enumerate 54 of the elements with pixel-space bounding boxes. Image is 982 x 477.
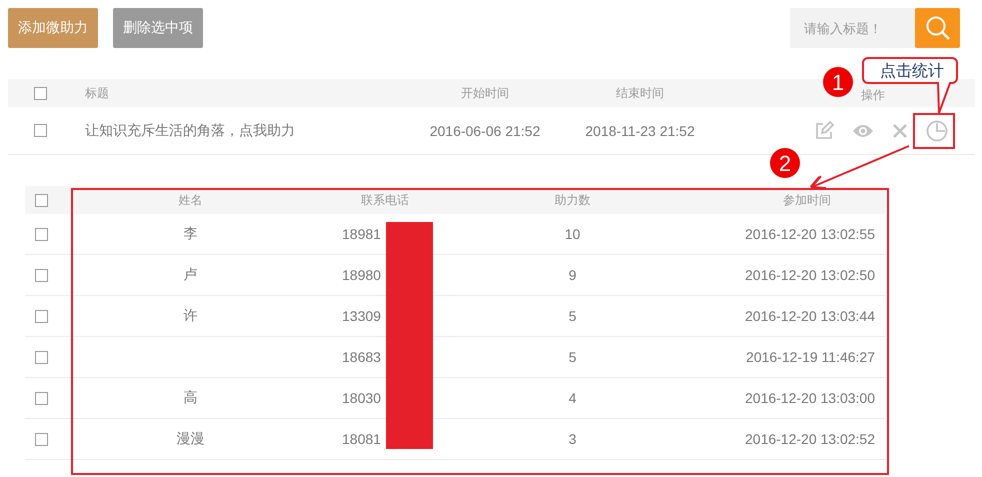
table-cell: 18980: [342, 267, 381, 283]
search-icon: [924, 15, 950, 41]
checkbox[interactable]: [35, 228, 48, 240]
checkbox[interactable]: [34, 124, 47, 137]
checkbox[interactable]: [35, 392, 48, 404]
table-cell: 18081: [342, 431, 381, 447]
table-cell: 漫漫: [176, 430, 204, 446]
column-header: 助力数: [554, 193, 590, 207]
search-field[interactable]: 请输入标题！: [790, 8, 915, 48]
pie-chart-icon[interactable]: [926, 120, 948, 142]
checkbox[interactable]: [35, 310, 48, 322]
column-header: 开始时间: [461, 86, 509, 100]
search-button[interactable]: [915, 8, 960, 48]
step-marker: 1: [823, 67, 853, 97]
table-cell: 让知识充斥生活的角落，点我助力: [85, 122, 295, 138]
table-cell: 18030: [342, 390, 381, 406]
checkbox[interactable]: [35, 350, 48, 364]
edit-icon[interactable]: [814, 120, 834, 140]
column-header: 标题: [85, 86, 109, 100]
column-header: 结束时间: [616, 86, 664, 100]
add-button[interactable]: 添加微助力: [8, 8, 98, 48]
table-cell: 李: [184, 225, 198, 241]
table-cell: 2016-12-19 11:46:27: [746, 349, 875, 365]
column-header: 参加时间: [783, 193, 831, 207]
table-cell: 2016-06-06 21:52: [430, 122, 540, 138]
table-cell: 18981: [342, 226, 381, 242]
table-cell: 3: [568, 431, 576, 447]
table-cell: 5: [568, 308, 576, 324]
table-cell: 许: [184, 307, 198, 323]
table-cell: 2016-12-20 13:02:52: [745, 431, 875, 447]
table-cell: 9: [568, 267, 576, 283]
table-cell: 10: [564, 226, 580, 242]
table-cell: 2016-12-20 13:03:44: [745, 308, 875, 324]
table-cell: 4: [568, 390, 576, 406]
table-cell: 高: [184, 389, 198, 405]
table-cell: 2018-11-23 21:52: [585, 122, 695, 138]
table-cell: 13309: [342, 308, 381, 324]
table-cell: 2016-12-20 13:02:50: [745, 267, 875, 283]
eye-icon[interactable]: [852, 122, 874, 138]
step-marker: 2: [770, 148, 800, 178]
checkbox[interactable]: [35, 432, 48, 446]
checkbox[interactable]: [35, 268, 48, 282]
delete-button[interactable]: 删除选中项: [113, 8, 203, 48]
table-cell: 2016-12-20 13:02:55: [745, 226, 875, 242]
checkbox[interactable]: [35, 194, 48, 206]
column-header: 联系电话: [361, 193, 409, 207]
column-header: 操作: [861, 88, 885, 102]
table-cell: 18683: [342, 349, 381, 365]
checkbox[interactable]: [34, 86, 47, 100]
close-icon[interactable]: [892, 122, 908, 138]
column-header: 姓名: [178, 193, 202, 207]
table-cell: 5: [568, 349, 576, 365]
table-cell: 2016-12-20 13:03:00: [745, 390, 875, 406]
table-cell: 卢: [184, 266, 198, 282]
